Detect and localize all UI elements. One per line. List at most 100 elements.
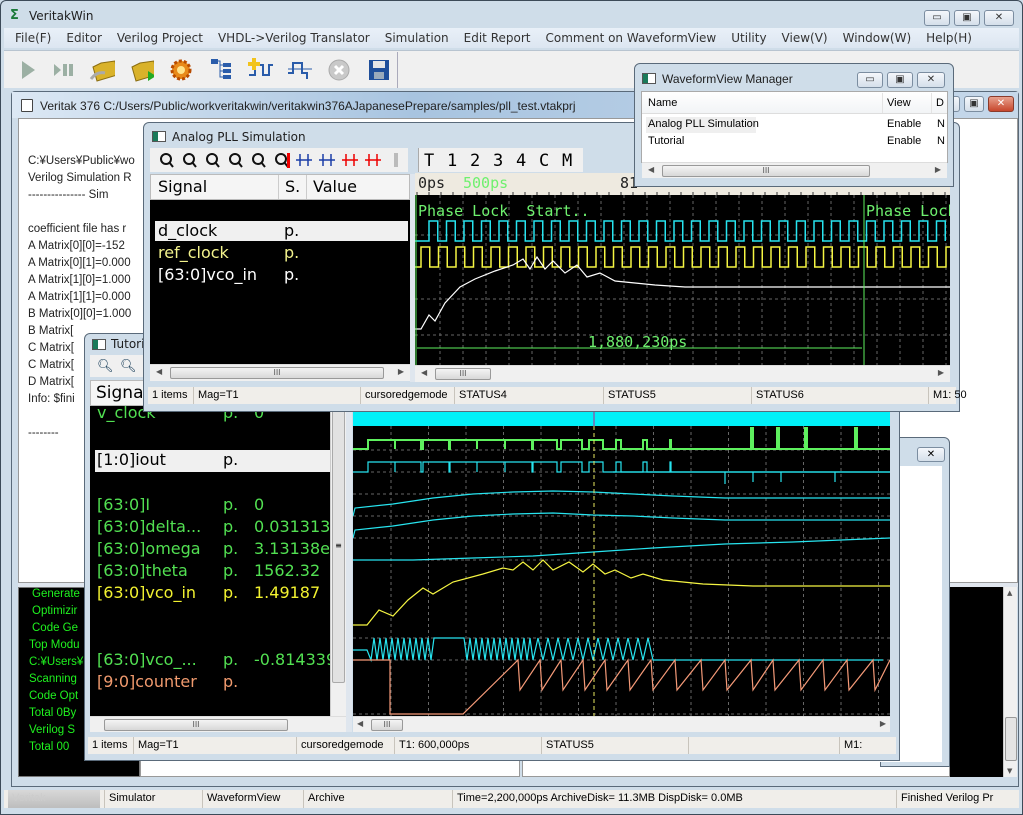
signal-name[interactable]: [63:0]omega <box>97 539 201 558</box>
signal-s[interactable]: p. <box>284 265 299 284</box>
signal-s[interactable]: p. <box>223 672 238 691</box>
signal-name[interactable]: [63:0]theta <box>97 561 188 580</box>
signal-name[interactable]: d_clock <box>158 221 217 240</box>
run-icon[interactable] <box>15 57 41 83</box>
cursor-button-t[interactable]: T <box>424 151 434 171</box>
col-view[interactable]: View <box>887 97 911 109</box>
console-scrollbar[interactable]: ▲ ▼ <box>1003 587 1017 777</box>
tutorial-waveform-area[interactable] <box>352 412 891 716</box>
console-pane-right[interactable] <box>950 587 1005 777</box>
signal-s[interactable]: p. <box>223 583 238 602</box>
step-pause-icon[interactable] <box>52 57 78 83</box>
wv-close-button[interactable]: ✕ <box>917 72 945 88</box>
signal-s[interactable]: p. <box>284 243 299 262</box>
zoom-out-left-icon[interactable] <box>203 152 221 168</box>
wv-row-name[interactable]: Analog PLL Simulation <box>648 118 759 130</box>
cursor-button-4[interactable]: 4 <box>516 151 526 171</box>
status-archive-tab[interactable]: Archive <box>303 790 345 808</box>
wv-manager-hscroll[interactable]: ◀ III ▶ <box>642 162 947 178</box>
marker-icon[interactable] <box>387 152 405 168</box>
zoom-fit-icon[interactable]: 🔍︎ <box>97 359 114 374</box>
signal-s[interactable]: p. <box>223 450 238 469</box>
signal-value[interactable]: 1562.32 <box>254 561 320 580</box>
signal-s[interactable]: p. <box>223 561 238 580</box>
signal-value[interactable]: 0.031313 <box>254 517 330 536</box>
signal-name[interactable]: [63:0]I <box>97 495 150 514</box>
wv-row-d[interactable]: N <box>937 118 945 130</box>
cursor-button-c[interactable]: C <box>539 151 549 171</box>
next-edge-icon[interactable] <box>318 152 336 168</box>
signal-s[interactable]: p. <box>223 495 238 514</box>
menu-item-utility[interactable]: Utility <box>731 31 766 45</box>
signal-s[interactable]: p. <box>223 650 238 669</box>
status-veritak-tab[interactable]: Veritak <box>8 790 100 808</box>
menu-item-simulation[interactable]: Simulation <box>385 31 449 45</box>
signal-value[interactable]: 0 <box>254 495 264 514</box>
status-simulator-tab[interactable]: Simulator <box>104 790 155 808</box>
wv-row-view[interactable]: Enable <box>887 118 921 130</box>
analog-pll-wave-hscroll[interactable]: ◀ III ▶ <box>415 365 950 382</box>
zoom-in-icon[interactable]: 🔍︎ <box>120 359 137 374</box>
save-icon[interactable] <box>366 57 392 83</box>
wv-row-d[interactable]: N <box>937 135 945 147</box>
signal-name[interactable]: [9:0]counter <box>97 672 197 691</box>
wv-row-name[interactable]: Tutorial <box>648 135 684 147</box>
analog-pll-list-hscroll[interactable]: ◀ III ▶ <box>150 364 410 381</box>
signal-s[interactable]: p. <box>223 517 238 536</box>
tutorial-wave-hscroll[interactable]: ◀ III ▶ <box>353 716 890 732</box>
waveform-icon[interactable] <box>286 57 312 83</box>
settings-gear-icon[interactable] <box>168 57 194 83</box>
menu-item-window-w[interactable]: Window(W) <box>843 31 912 45</box>
project-close-button[interactable]: ✕ <box>988 96 1014 112</box>
tutorial-list-vscroll[interactable]: ≡ <box>330 406 346 716</box>
open-run-icon[interactable] <box>128 57 154 83</box>
signal-s[interactable]: p. <box>284 221 299 240</box>
add-waveform-icon[interactable] <box>247 57 273 83</box>
prev-edge-icon[interactable] <box>295 152 313 168</box>
signal-name[interactable]: [63:0]vco_in <box>97 583 196 602</box>
menu-item-vhdl-verilog-translator[interactable]: VHDL->Verilog Translator <box>218 31 370 45</box>
prev-edge-red-icon[interactable] <box>341 152 359 168</box>
signal-s[interactable]: p. <box>223 539 238 558</box>
stop-icon[interactable] <box>326 57 352 83</box>
next-edge-red-icon[interactable] <box>364 152 382 168</box>
header-s[interactable]: S. <box>285 177 300 196</box>
signal-name[interactable]: [63:0]vco_in <box>158 265 257 284</box>
open-folder-icon[interactable] <box>89 57 115 83</box>
signal-name[interactable]: [1:0]iout <box>97 450 166 469</box>
zoom-fit-icon[interactable] <box>157 152 175 168</box>
col-name[interactable]: Name <box>648 97 677 109</box>
menu-item-view-v[interactable]: View(V) <box>782 31 828 45</box>
cursor-button-3[interactable]: 3 <box>493 151 503 171</box>
menu-item-editor[interactable]: Editor <box>66 31 102 45</box>
menu-item-file-f[interactable]: File(F) <box>15 31 51 45</box>
project-maximize-button[interactable]: ▣ <box>964 96 984 112</box>
zoom-in-right-icon[interactable] <box>180 152 198 168</box>
wv-minimize-button[interactable]: ▭ <box>857 72 883 88</box>
zoom-cursor-icon[interactable] <box>272 152 290 168</box>
zoom-out-icon[interactable] <box>249 152 267 168</box>
menu-item-edit-report[interactable]: Edit Report <box>464 31 531 45</box>
signal-name[interactable]: [63:0]delta... <box>97 517 201 536</box>
signal-name[interactable]: [63:0]vco_... <box>97 650 197 669</box>
minimize-button[interactable]: ▭ <box>924 10 950 26</box>
tutorial-list-hscroll[interactable]: III <box>90 716 346 732</box>
signal-value[interactable]: -0.814339 <box>254 650 330 669</box>
signal-value[interactable]: 3.13138e <box>254 539 330 558</box>
menu-item-help-h[interactable]: Help(H) <box>926 31 972 45</box>
signal-name[interactable]: ref_clock <box>158 243 229 262</box>
cursor-button-2[interactable]: 2 <box>470 151 480 171</box>
status-waveformview-tab[interactable]: WaveformView <box>202 790 280 808</box>
tutorial-splitter[interactable] <box>346 406 352 732</box>
header-signal[interactable]: Signal <box>158 177 207 196</box>
signal-value[interactable]: 1.49187 <box>254 583 320 602</box>
menu-item-verilog-project[interactable]: Verilog Project <box>117 31 203 45</box>
close-button[interactable]: ✕ <box>984 10 1014 26</box>
maximize-button[interactable]: ▣ <box>954 10 980 26</box>
hierarchy-icon[interactable] <box>209 57 235 83</box>
cursor-button-m[interactable]: M <box>562 151 572 171</box>
cursor-button-1[interactable]: 1 <box>447 151 457 171</box>
menu-item-comment-on-waveformview[interactable]: Comment on WaveformView <box>545 31 716 45</box>
background-window-close[interactable]: ✕ <box>917 447 945 462</box>
wv-row-view[interactable]: Enable <box>887 135 921 147</box>
